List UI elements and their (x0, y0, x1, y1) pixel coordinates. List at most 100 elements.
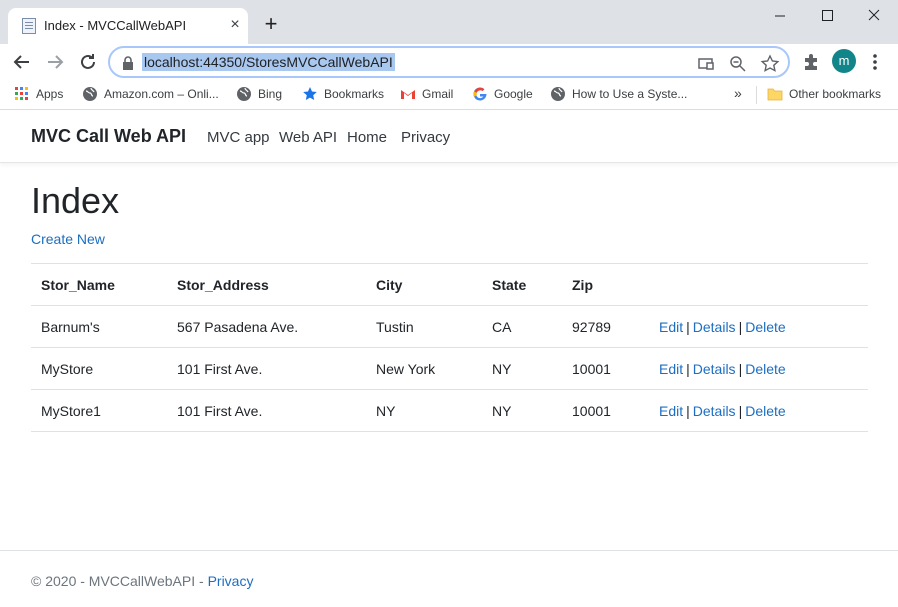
reload-icon[interactable] (76, 50, 100, 74)
nav-link-privacy[interactable]: Privacy (401, 129, 450, 146)
bookmark-amazon[interactable]: Amazon.com – Onli... (82, 86, 219, 104)
bookmark-label: Google (494, 87, 533, 101)
link-separator: | (686, 361, 690, 377)
bookmark-bing[interactable]: Bing (236, 86, 282, 104)
lock-icon[interactable] (122, 56, 134, 70)
cell-city: New York (366, 348, 482, 390)
cell-zip: 10001 (562, 348, 649, 390)
maximize-button[interactable] (804, 4, 850, 28)
bookmark-apps[interactable]: Apps (14, 86, 63, 104)
details-link[interactable]: Details (693, 403, 736, 419)
footer-privacy-link[interactable]: Privacy (208, 573, 254, 589)
cell-state: CA (482, 306, 562, 348)
link-separator: | (739, 403, 743, 419)
bookmark-label: Gmail (422, 87, 453, 101)
bookmark-google[interactable]: Google (472, 86, 533, 104)
bookmarks-overflow-chevron-icon[interactable]: » (734, 85, 742, 101)
bookmark-bookmarks[interactable]: Bookmarks (302, 86, 384, 104)
link-separator: | (739, 361, 743, 377)
browser-tab[interactable]: Index - MVCCallWebAPI × (8, 8, 248, 44)
edit-link[interactable]: Edit (659, 319, 683, 335)
cell-city: NY (366, 390, 482, 432)
cast-icon[interactable] (696, 54, 716, 74)
star-icon (302, 86, 318, 102)
copyright-text: © 2020 - MVCCallWebAPI - (31, 573, 208, 589)
close-window-button[interactable] (851, 4, 897, 28)
google-icon (472, 86, 488, 102)
maximize-icon (804, 4, 850, 28)
delete-link[interactable]: Delete (745, 403, 785, 419)
column-header: City (366, 264, 482, 306)
cell-stor-address: 101 First Ave. (167, 390, 366, 432)
delete-link[interactable]: Delete (745, 361, 785, 377)
bookmark-label: How to Use a Syste... (572, 87, 687, 101)
delete-link[interactable]: Delete (745, 319, 785, 335)
new-tab-button[interactable]: + (260, 14, 282, 36)
stores-table: Stor_Name Stor_Address City State Zip Ba… (31, 263, 868, 432)
gmail-icon (400, 86, 416, 102)
brand-link[interactable]: MVC Call Web API (31, 126, 186, 147)
cell-stor-name: MyStore (31, 348, 167, 390)
cell-stor-name: MyStore1 (31, 390, 167, 432)
bookmark-other[interactable]: Other bookmarks (767, 86, 881, 104)
globe-icon (236, 86, 252, 102)
nav-link-mvc-app[interactable]: MVC app (207, 129, 270, 146)
bookmarks-divider (756, 86, 757, 104)
table-row: MyStore 101 First Ave. New York NY 10001… (31, 348, 868, 390)
browser-tab-strip: Index - MVCCallWebAPI × + (0, 0, 898, 44)
extensions-icon[interactable] (799, 50, 823, 74)
column-header-actions (649, 264, 868, 306)
profile-avatar[interactable]: m (832, 49, 856, 73)
link-separator: | (686, 403, 690, 419)
bookmark-gmail[interactable]: Gmail (400, 86, 453, 104)
browser-toolbar: localhost:44350/StoresMVCCallWebAPI m (0, 44, 898, 80)
bookmarks-bar: Apps Amazon.com – Onli... Bing Bookmarks… (0, 80, 898, 110)
bookmark-label: Amazon.com – Onli... (104, 87, 219, 101)
column-header: Stor_Name (31, 264, 167, 306)
cell-state: NY (482, 348, 562, 390)
details-link[interactable]: Details (693, 361, 736, 377)
site-footer: © 2020 - MVCCallWebAPI - Privacy (0, 550, 898, 607)
more-menu-icon[interactable] (868, 51, 882, 73)
cell-stor-name: Barnum's (31, 306, 167, 348)
zoom-icon[interactable] (728, 54, 748, 74)
link-separator: | (686, 319, 690, 335)
star-icon[interactable] (760, 54, 780, 74)
cell-stor-address: 567 Pasadena Ave. (167, 306, 366, 348)
site-navbar: MVC Call Web API MVC app Web API Home Pr… (0, 111, 898, 163)
cell-actions: Edit|Details|Delete (649, 348, 868, 390)
column-header: Zip (562, 264, 649, 306)
create-new-link[interactable]: Create New (31, 231, 105, 247)
nav-link-home[interactable]: Home (347, 129, 387, 146)
column-header: Stor_Address (167, 264, 366, 306)
forward-arrow-icon[interactable] (43, 50, 67, 74)
folder-icon (767, 86, 783, 102)
nav-link-web-api[interactable]: Web API (279, 129, 337, 146)
bookmark-label: Bookmarks (324, 87, 384, 101)
footer-text: © 2020 - MVCCallWebAPI - Privacy (31, 573, 253, 589)
bookmark-label: Other bookmarks (789, 87, 881, 101)
link-separator: | (739, 319, 743, 335)
minimize-button[interactable] (757, 4, 803, 28)
cell-stor-address: 101 First Ave. (167, 348, 366, 390)
edit-link[interactable]: Edit (659, 403, 683, 419)
back-arrow-icon[interactable] (10, 50, 34, 74)
minimize-icon (757, 4, 803, 28)
cell-zip: 92789 (562, 306, 649, 348)
cell-actions: Edit|Details|Delete (649, 306, 868, 348)
table-header-row: Stor_Name Stor_Address City State Zip (31, 264, 868, 306)
tab-close-icon[interactable]: × (226, 16, 244, 34)
page-title: Index (31, 180, 119, 222)
cell-city: Tustin (366, 306, 482, 348)
url-text[interactable]: localhost:44350/StoresMVCCallWebAPI (142, 53, 395, 71)
page-favicon-icon (22, 18, 36, 34)
bookmark-how-to[interactable]: How to Use a Syste... (550, 86, 687, 104)
tab-title: Index - MVCCallWebAPI (44, 18, 186, 33)
edit-link[interactable]: Edit (659, 361, 683, 377)
address-bar[interactable]: localhost:44350/StoresMVCCallWebAPI (108, 46, 790, 78)
globe-icon (82, 86, 98, 102)
column-header: State (482, 264, 562, 306)
bookmark-label: Apps (36, 87, 63, 101)
details-link[interactable]: Details (693, 319, 736, 335)
bookmark-label: Bing (258, 87, 282, 101)
